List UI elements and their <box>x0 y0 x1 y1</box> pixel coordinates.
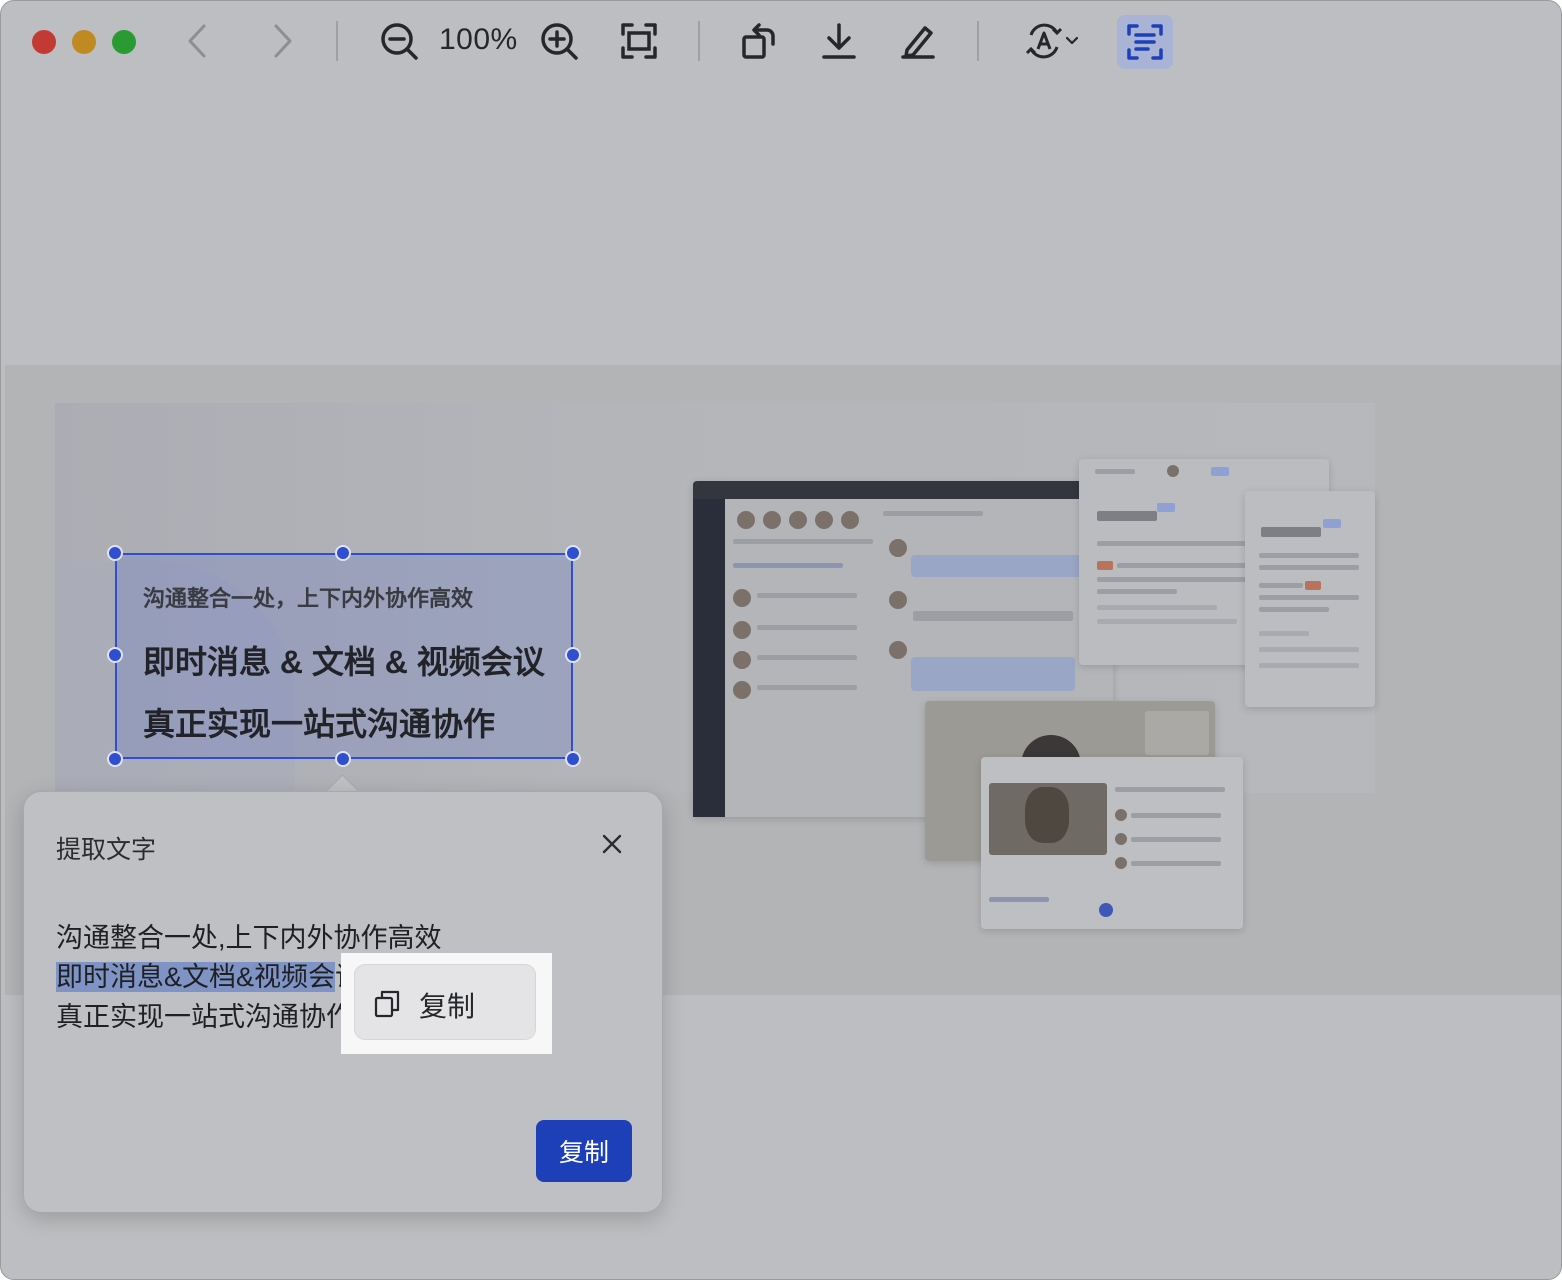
edit-pen-icon <box>901 26 935 59</box>
download-button[interactable] <box>813 15 865 67</box>
zoom-level: 100% <box>439 23 518 56</box>
chevron-down-icon <box>1065 36 1079 45</box>
toolbar-divider <box>698 21 700 61</box>
context-menu-copy-item[interactable]: 复制 <box>355 965 535 1039</box>
translate-icon <box>1025 23 1063 59</box>
image-text-line-3: 真正实现一站式沟通协作 <box>143 706 496 742</box>
toolbar-divider <box>336 21 338 61</box>
meeting-screenshot <box>981 757 1243 929</box>
context-menu-copy-label: 复制 <box>419 991 476 1022</box>
selected-text[interactable]: 即时消息&文档&视频会 <box>56 962 336 992</box>
panel-title: 提取文字 <box>56 836 157 864</box>
extracted-line-1[interactable]: 沟通整合一处,上下内外协作高效 <box>56 916 442 955</box>
translate-dropdown[interactable] <box>1015 15 1087 67</box>
image-text-line-2: 即时消息 & 文档 & 视频会议 <box>143 644 545 680</box>
chevron-right-icon <box>274 24 292 58</box>
resize-handle-top-left[interactable] <box>107 545 123 561</box>
copy-icon <box>374 990 400 1018</box>
resize-handle-bottom-left[interactable] <box>107 751 123 767</box>
resize-handle-bottom-right[interactable] <box>565 751 581 767</box>
close-panel-button[interactable] <box>598 830 626 858</box>
extracted-line-3[interactable]: 真正实现一站式沟通协作 <box>56 995 353 1034</box>
image-text-line-1: 沟通整合一处，上下内外协作高效 <box>143 586 474 611</box>
resize-handle-left[interactable] <box>107 647 123 663</box>
resize-handle-top[interactable] <box>335 545 351 561</box>
rotate-button[interactable] <box>732 15 784 67</box>
toolbar-divider <box>977 21 979 61</box>
fit-screen-button[interactable] <box>613 15 665 67</box>
extract-text-icon <box>1127 24 1163 60</box>
toolbar: 100% <box>1 1 1561 83</box>
fit-screen-icon <box>621 23 657 59</box>
edit-button[interactable] <box>892 15 944 67</box>
image-viewer-window: 100% 沟通整合一处，上下内外协作高效 即时消息 & 文档 & 视频会议 真正… <box>0 0 1562 1280</box>
extracted-line-2[interactable]: 即时消息&文档&视频会议 <box>56 955 362 994</box>
extract-text-button[interactable] <box>1117 15 1173 69</box>
zoom-in-button[interactable] <box>533 15 585 67</box>
copy-button[interactable]: 复制 <box>536 1120 632 1182</box>
text-selection-box[interactable]: 沟通整合一处，上下内外协作高效 即时消息 & 文档 & 视频会议 真正实现一站式… <box>115 553 573 759</box>
resize-handle-top-right[interactable] <box>565 545 581 561</box>
resize-handle-right[interactable] <box>565 647 581 663</box>
maximize-window-button[interactable] <box>112 30 136 54</box>
next-button[interactable] <box>255 15 307 67</box>
chevron-left-icon <box>188 24 206 58</box>
zoom-in-icon <box>541 23 578 60</box>
document-screenshot-2 <box>1245 491 1375 707</box>
previous-button[interactable] <box>173 15 225 67</box>
resize-handle-bottom[interactable] <box>335 751 351 767</box>
rotate-icon <box>742 23 775 59</box>
download-icon <box>822 23 856 59</box>
close-icon <box>602 834 622 854</box>
close-window-button[interactable] <box>32 30 56 54</box>
zoom-out-button[interactable] <box>373 15 425 67</box>
minimize-window-button[interactable] <box>72 30 96 54</box>
zoom-out-icon <box>381 23 418 60</box>
